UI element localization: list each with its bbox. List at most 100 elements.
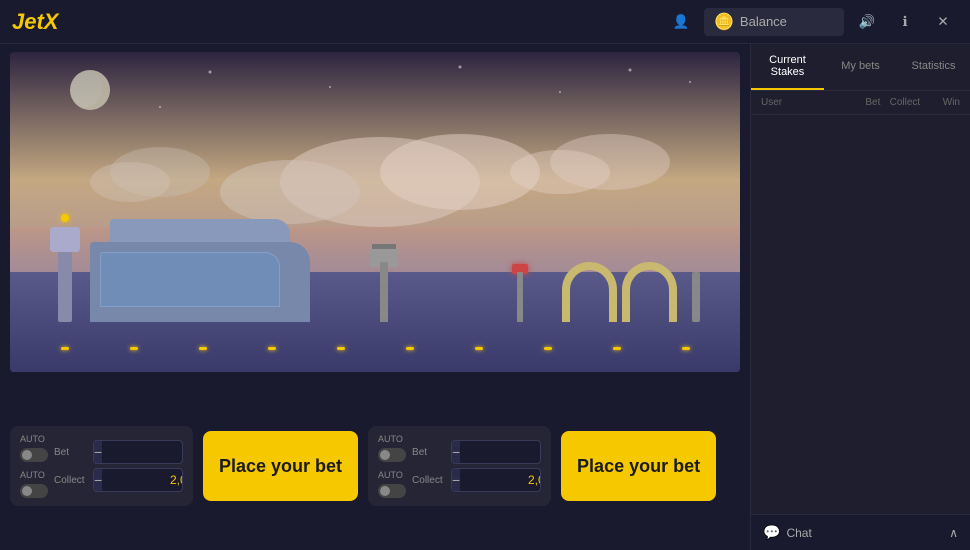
auto-toggle-1b[interactable] xyxy=(20,484,48,498)
bet-inputs-2: Bet − + Collect − + xyxy=(412,440,541,492)
col-user: User xyxy=(761,97,841,108)
app-logo: JetX xyxy=(12,9,58,35)
chat-chevron-icon[interactable]: ∧ xyxy=(949,526,958,540)
collect-input-wrap-2: − + xyxy=(451,468,541,492)
runway-lights xyxy=(10,347,740,350)
place-bet-button-2[interactable]: Place your bet xyxy=(561,431,716,501)
runway-light-2 xyxy=(130,347,138,350)
sound-icon: 🔊 xyxy=(859,14,876,30)
chat-footer: 💬 Chat ∧ xyxy=(751,514,970,550)
auto-label-2: AUTO xyxy=(378,434,403,444)
runway-light-10 xyxy=(682,347,690,350)
bet-minus-1[interactable]: − xyxy=(94,441,102,463)
watchtower-right-wrap xyxy=(682,262,710,322)
tab-current-stakes[interactable]: Current Stakes xyxy=(751,44,824,90)
toggle-knob-1 xyxy=(22,450,32,460)
auto-label-1: AUTO xyxy=(20,434,45,444)
bet-panel-1: AUTO AUTO Bet − + xyxy=(10,426,193,506)
col-win: Win xyxy=(920,97,960,108)
terminal-building xyxy=(90,212,310,322)
collect-label-1: Collect xyxy=(54,475,89,486)
runway-light-7 xyxy=(475,347,483,350)
auto-label-1b: AUTO xyxy=(20,470,45,480)
sound-button[interactable]: 🔊 xyxy=(852,7,882,37)
coin-icon: 🪙 xyxy=(714,12,734,32)
toggle-knob-1b xyxy=(22,486,32,496)
bet-label-2: Bet xyxy=(412,447,447,458)
close-icon: ✕ xyxy=(937,14,948,30)
auto-label-2b: AUTO xyxy=(378,470,403,480)
betting-area: AUTO AUTO Bet − + xyxy=(0,372,750,550)
bet-row-2: Bet − + xyxy=(412,440,541,464)
collect-input-wrap-1: − + xyxy=(93,468,183,492)
bet-row-1: Bet − + xyxy=(54,440,183,464)
game-canvas xyxy=(10,52,740,372)
header-right-section: 👤 🪙 Balance 🔊 ℹ ✕ xyxy=(666,7,958,37)
logo-jet: Jet xyxy=(12,9,44,34)
logo-x: X xyxy=(44,9,59,34)
sky-scene xyxy=(10,52,740,372)
chat-label: 💬 Chat xyxy=(763,524,812,541)
signal-pole xyxy=(517,272,523,322)
col-collect: Collect xyxy=(880,97,920,108)
tab-my-bets[interactable]: My bets xyxy=(824,44,897,90)
watchtower-pole xyxy=(380,262,388,322)
place-bet-button-1[interactable]: Place your bet xyxy=(203,431,358,501)
chat-text: Chat xyxy=(786,526,811,540)
bet-value-input-2[interactable] xyxy=(460,442,541,462)
collect-value-input-2[interactable] xyxy=(460,470,541,490)
game-area: AUTO AUTO Bet − + xyxy=(0,44,750,550)
tower-top xyxy=(50,227,80,252)
chat-icon: 💬 xyxy=(763,524,780,541)
bet-panel-2: AUTO AUTO Bet − + xyxy=(368,426,551,506)
hangar-arch-2 xyxy=(622,262,677,322)
col-bet: Bet xyxy=(841,97,881,108)
tower-light xyxy=(61,214,69,222)
toggle-knob-2 xyxy=(380,450,390,460)
bet-input-wrap-1: − + xyxy=(93,440,183,464)
close-button[interactable]: ✕ xyxy=(928,7,958,37)
auto-section-1: AUTO AUTO xyxy=(20,434,48,498)
tab-statistics[interactable]: Statistics xyxy=(897,44,970,90)
info-button[interactable]: ℹ xyxy=(890,7,920,37)
user-icon-button[interactable]: 👤 xyxy=(666,7,696,37)
runway-light-8 xyxy=(544,347,552,350)
hangar-arch-1 xyxy=(562,262,617,322)
stakes-table-header: User Bet Collect Win xyxy=(751,91,970,115)
auto-toggle-1[interactable] xyxy=(20,448,48,462)
right-panel: Current Stakes My bets Statistics User B… xyxy=(750,44,970,550)
buildings xyxy=(10,152,740,322)
runway-light-6 xyxy=(406,347,414,350)
control-tower xyxy=(50,222,80,322)
collect-row-1: Collect − + xyxy=(54,468,183,492)
toggle-knob-2b xyxy=(380,486,390,496)
bet-value-input-1[interactable] xyxy=(102,442,183,462)
stakes-table: User Bet Collect Win xyxy=(751,91,970,514)
hangars xyxy=(562,262,710,322)
terminal-body xyxy=(90,242,310,322)
auto-section-2: AUTO AUTO xyxy=(378,434,406,498)
terminal-glass xyxy=(100,252,280,307)
bet-label-1: Bet xyxy=(54,447,89,458)
tabs-header: Current Stakes My bets Statistics xyxy=(751,44,970,91)
collect-row-2: Collect − + xyxy=(412,468,541,492)
user-icon: 👤 xyxy=(673,14,690,30)
auto-toggle-2b[interactable] xyxy=(378,484,406,498)
right-pole xyxy=(692,272,700,322)
info-icon: ℹ xyxy=(902,14,907,30)
bet-minus-2[interactable]: − xyxy=(452,441,460,463)
runway-light-4 xyxy=(268,347,276,350)
collect-label-2: Collect xyxy=(412,475,447,486)
collect-value-input-1[interactable] xyxy=(102,470,183,490)
auto-toggle-2[interactable] xyxy=(378,448,406,462)
bet-input-wrap-2: − + xyxy=(451,440,541,464)
tower-body xyxy=(58,252,72,322)
balance-label: Balance xyxy=(740,14,787,29)
collect-minus-2[interactable]: − xyxy=(452,469,460,491)
runway-light-5 xyxy=(337,347,345,350)
app-header: JetX 👤 🪙 Balance 🔊 ℹ ✕ xyxy=(0,0,970,44)
signal-tower xyxy=(510,262,530,322)
runway-light-3 xyxy=(199,347,207,350)
collect-minus-1[interactable]: − xyxy=(94,469,102,491)
runway-light-1 xyxy=(61,347,69,350)
